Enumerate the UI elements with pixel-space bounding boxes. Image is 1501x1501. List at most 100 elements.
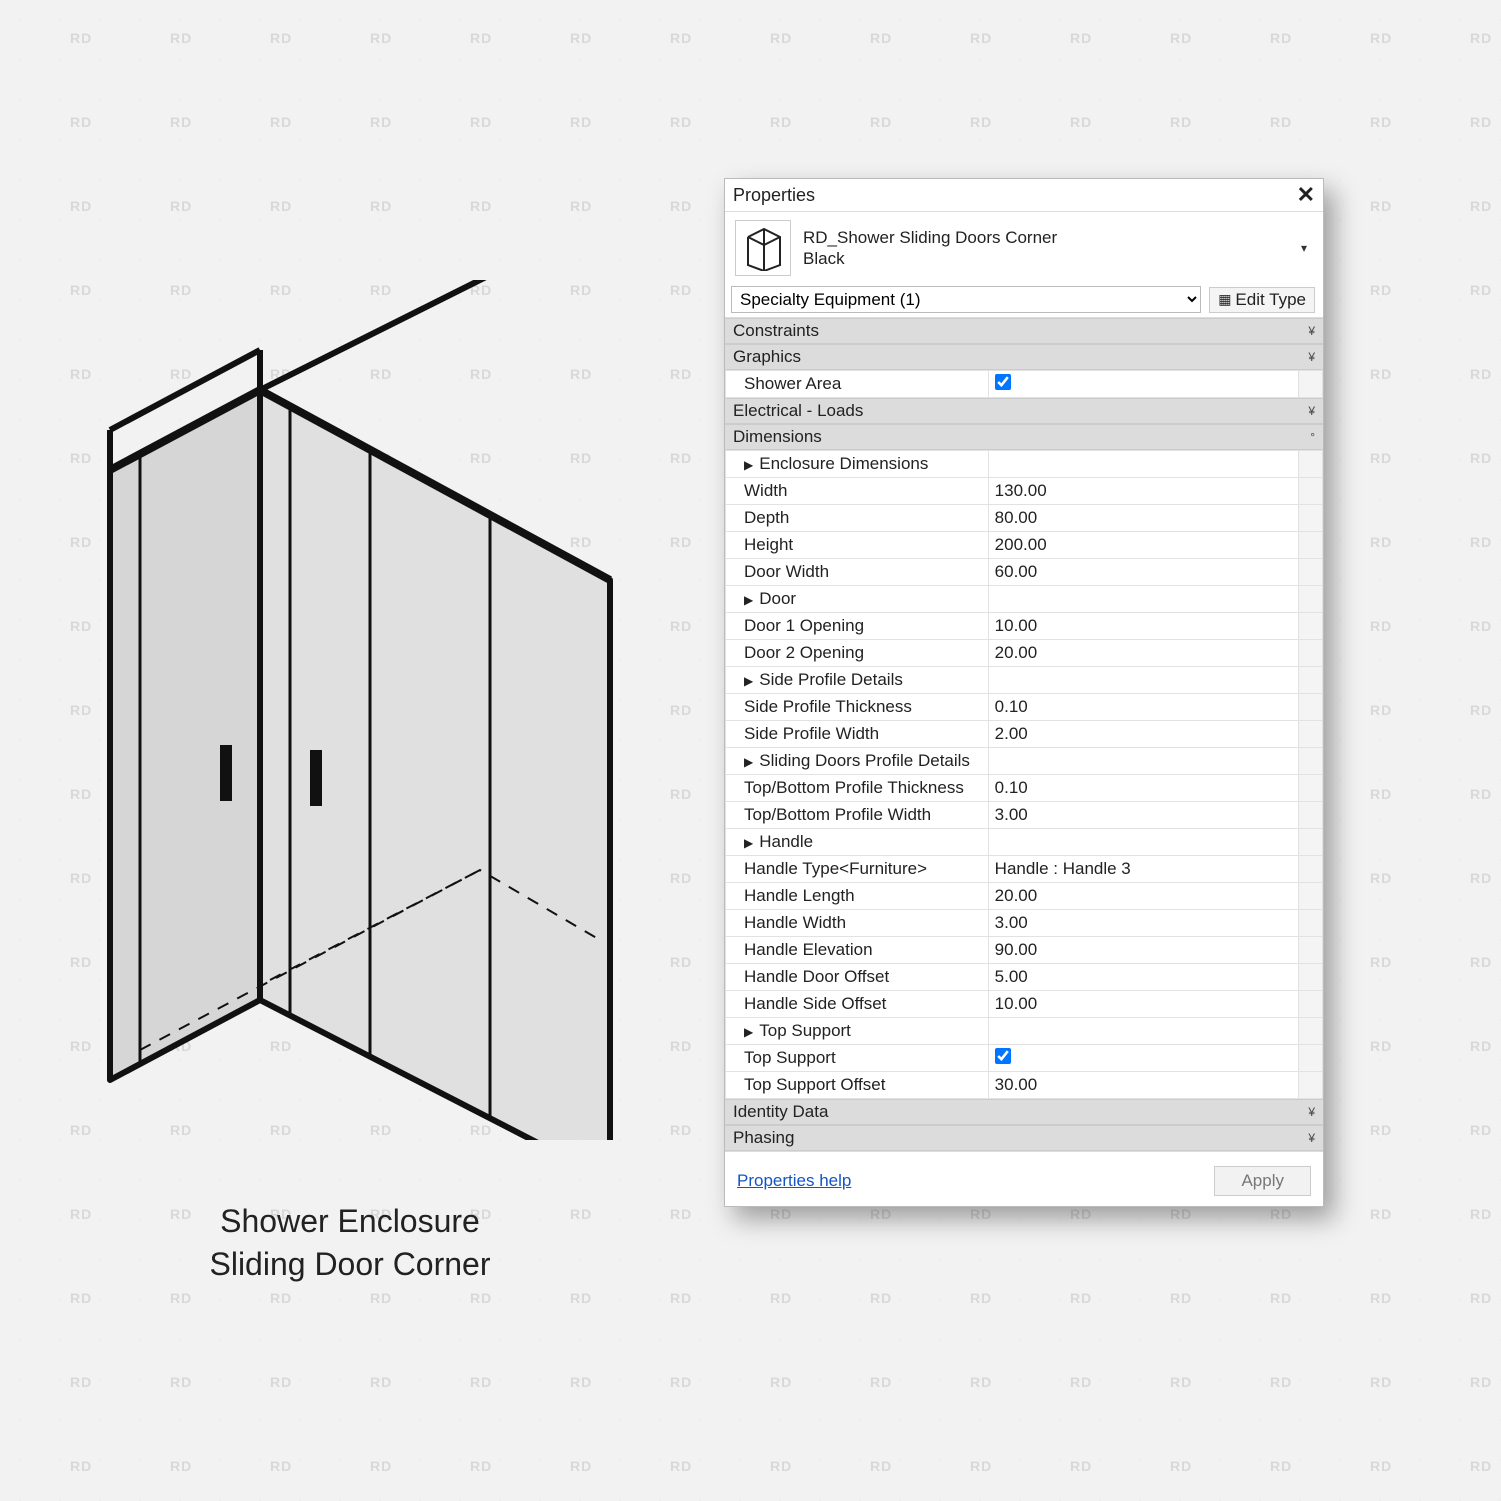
param-button-cell[interactable] — [1299, 371, 1323, 398]
param-checkbox[interactable] — [995, 374, 1011, 390]
param-button-cell[interactable] — [1299, 1018, 1323, 1045]
expand-triangle-icon[interactable]: ▶ — [744, 674, 753, 688]
param-value-cell[interactable]: Handle : Handle 3 — [988, 856, 1298, 883]
caption-line1: Shower Enclosure — [130, 1200, 570, 1243]
param-button-cell[interactable] — [1299, 505, 1323, 532]
param-label: Handle Side Offset — [726, 991, 989, 1018]
param-value-cell[interactable]: 60.00 — [988, 559, 1298, 586]
param-value-cell — [988, 451, 1298, 478]
param-value-cell[interactable]: 130.00 — [988, 478, 1298, 505]
param-value-cell[interactable]: 20.00 — [988, 640, 1298, 667]
param-button-cell[interactable] — [1299, 1045, 1323, 1072]
section-graphics[interactable]: Graphics ¥ — [725, 344, 1323, 370]
expand-triangle-icon[interactable]: ▶ — [744, 755, 753, 769]
param-value-cell[interactable]: 90.00 — [988, 937, 1298, 964]
type-dropdown-chevron-icon[interactable]: ▾ — [1301, 241, 1307, 255]
section-identity[interactable]: Identity Data ¥ — [725, 1099, 1323, 1125]
param-group-header: ▶Top Support — [726, 1018, 989, 1045]
expand-triangle-icon[interactable]: ▶ — [744, 1025, 753, 1039]
param-button-cell[interactable] — [1299, 964, 1323, 991]
param-value-cell[interactable]: 30.00 — [988, 1072, 1298, 1099]
close-button[interactable]: ✕ — [1297, 182, 1315, 208]
param-label: Side Profile Thickness — [726, 694, 989, 721]
panel-title: Properties — [733, 185, 815, 206]
param-value-cell[interactable]: 0.10 — [988, 775, 1298, 802]
param-button-cell[interactable] — [1299, 883, 1323, 910]
expand-triangle-icon[interactable]: ▶ — [744, 593, 753, 607]
param-value-cell[interactable]: 10.00 — [988, 613, 1298, 640]
param-button-cell[interactable] — [1299, 991, 1323, 1018]
param-value-cell[interactable]: 10.00 — [988, 991, 1298, 1018]
param-label: Handle Type<Furniture> — [726, 856, 989, 883]
param-value-cell[interactable]: 3.00 — [988, 910, 1298, 937]
param-value-cell[interactable]: 5.00 — [988, 964, 1298, 991]
param-label: Handle Elevation — [726, 937, 989, 964]
param-button-cell[interactable] — [1299, 1072, 1323, 1099]
apply-button[interactable]: Apply — [1214, 1166, 1311, 1196]
param-label: Top/Bottom Profile Width — [726, 802, 989, 829]
section-phasing[interactable]: Phasing ¥ — [725, 1125, 1323, 1151]
panel-footer: Properties help Apply — [725, 1151, 1323, 1206]
param-button-cell[interactable] — [1299, 748, 1323, 775]
param-value-cell[interactable]: 20.00 — [988, 883, 1298, 910]
param-button-cell[interactable] — [1299, 856, 1323, 883]
param-button-cell[interactable] — [1299, 559, 1323, 586]
param-label: Top Support — [726, 1045, 989, 1072]
param-value-cell[interactable]: 80.00 — [988, 505, 1298, 532]
param-button-cell[interactable] — [1299, 721, 1323, 748]
param-value-cell[interactable]: 3.00 — [988, 802, 1298, 829]
param-value-cell — [988, 748, 1298, 775]
param-group-header: ▶Enclosure Dimensions — [726, 451, 989, 478]
param-label: Top Support Offset — [726, 1072, 989, 1099]
properties-panel: Properties ✕ RD_Shower Sliding Doors Cor… — [724, 178, 1324, 1207]
param-value-cell[interactable] — [988, 1045, 1298, 1072]
param-button-cell[interactable] — [1299, 829, 1323, 856]
instance-filter-select[interactable]: Specialty Equipment (1) — [731, 286, 1201, 313]
illustration-caption: Shower Enclosure Sliding Door Corner — [130, 1200, 570, 1286]
param-value-cell — [988, 1018, 1298, 1045]
param-value-cell — [988, 829, 1298, 856]
param-checkbox[interactable] — [995, 1048, 1011, 1064]
param-button-cell[interactable] — [1299, 532, 1323, 559]
type-selector-row: RD_Shower Sliding Doors Corner Black ▾ — [725, 212, 1323, 284]
edit-type-button[interactable]: ▦ Edit Type — [1209, 287, 1315, 313]
section-constraints[interactable]: Constraints ¥ — [725, 318, 1323, 344]
param-value-cell — [988, 586, 1298, 613]
param-button-cell[interactable] — [1299, 586, 1323, 613]
param-button-cell[interactable] — [1299, 937, 1323, 964]
param-label: Side Profile Width — [726, 721, 989, 748]
graphics-grid: Shower Area — [725, 370, 1323, 398]
param-group-header: ▶Door — [726, 586, 989, 613]
param-label: Shower Area — [726, 371, 989, 398]
expand-triangle-icon[interactable]: ▶ — [744, 836, 753, 850]
section-electrical[interactable]: Electrical - Loads ¥ — [725, 398, 1323, 424]
expand-icon: ¥ — [1308, 1105, 1315, 1119]
param-label: Top/Bottom Profile Thickness — [726, 775, 989, 802]
properties-help-link[interactable]: Properties help — [737, 1171, 851, 1191]
param-label: Height — [726, 532, 989, 559]
expand-icon: ¥ — [1308, 324, 1315, 338]
param-label: Door 1 Opening — [726, 613, 989, 640]
param-group-header: ▶Sliding Doors Profile Details — [726, 748, 989, 775]
param-value-cell[interactable]: 0.10 — [988, 694, 1298, 721]
param-button-cell[interactable] — [1299, 451, 1323, 478]
instance-selector-row: Specialty Equipment (1) ▦ Edit Type — [725, 284, 1323, 318]
param-button-cell[interactable] — [1299, 694, 1323, 721]
param-button-cell[interactable] — [1299, 640, 1323, 667]
dimensions-grid: ▶Enclosure DimensionsWidth130.00Depth80.… — [725, 450, 1323, 1099]
param-button-cell[interactable] — [1299, 613, 1323, 640]
param-value-cell[interactable]: 2.00 — [988, 721, 1298, 748]
section-dimensions[interactable]: Dimensions ° — [725, 424, 1323, 450]
expand-triangle-icon[interactable]: ▶ — [744, 458, 753, 472]
param-button-cell[interactable] — [1299, 478, 1323, 505]
param-value-cell[interactable]: 200.00 — [988, 532, 1298, 559]
caption-line2: Sliding Door Corner — [130, 1243, 570, 1286]
param-button-cell[interactable] — [1299, 802, 1323, 829]
param-button-cell[interactable] — [1299, 775, 1323, 802]
family-thumbnail — [735, 220, 791, 276]
param-button-cell[interactable] — [1299, 910, 1323, 937]
param-label: Width — [726, 478, 989, 505]
param-button-cell[interactable] — [1299, 667, 1323, 694]
param-value-cell[interactable] — [988, 371, 1298, 398]
param-label: Depth — [726, 505, 989, 532]
